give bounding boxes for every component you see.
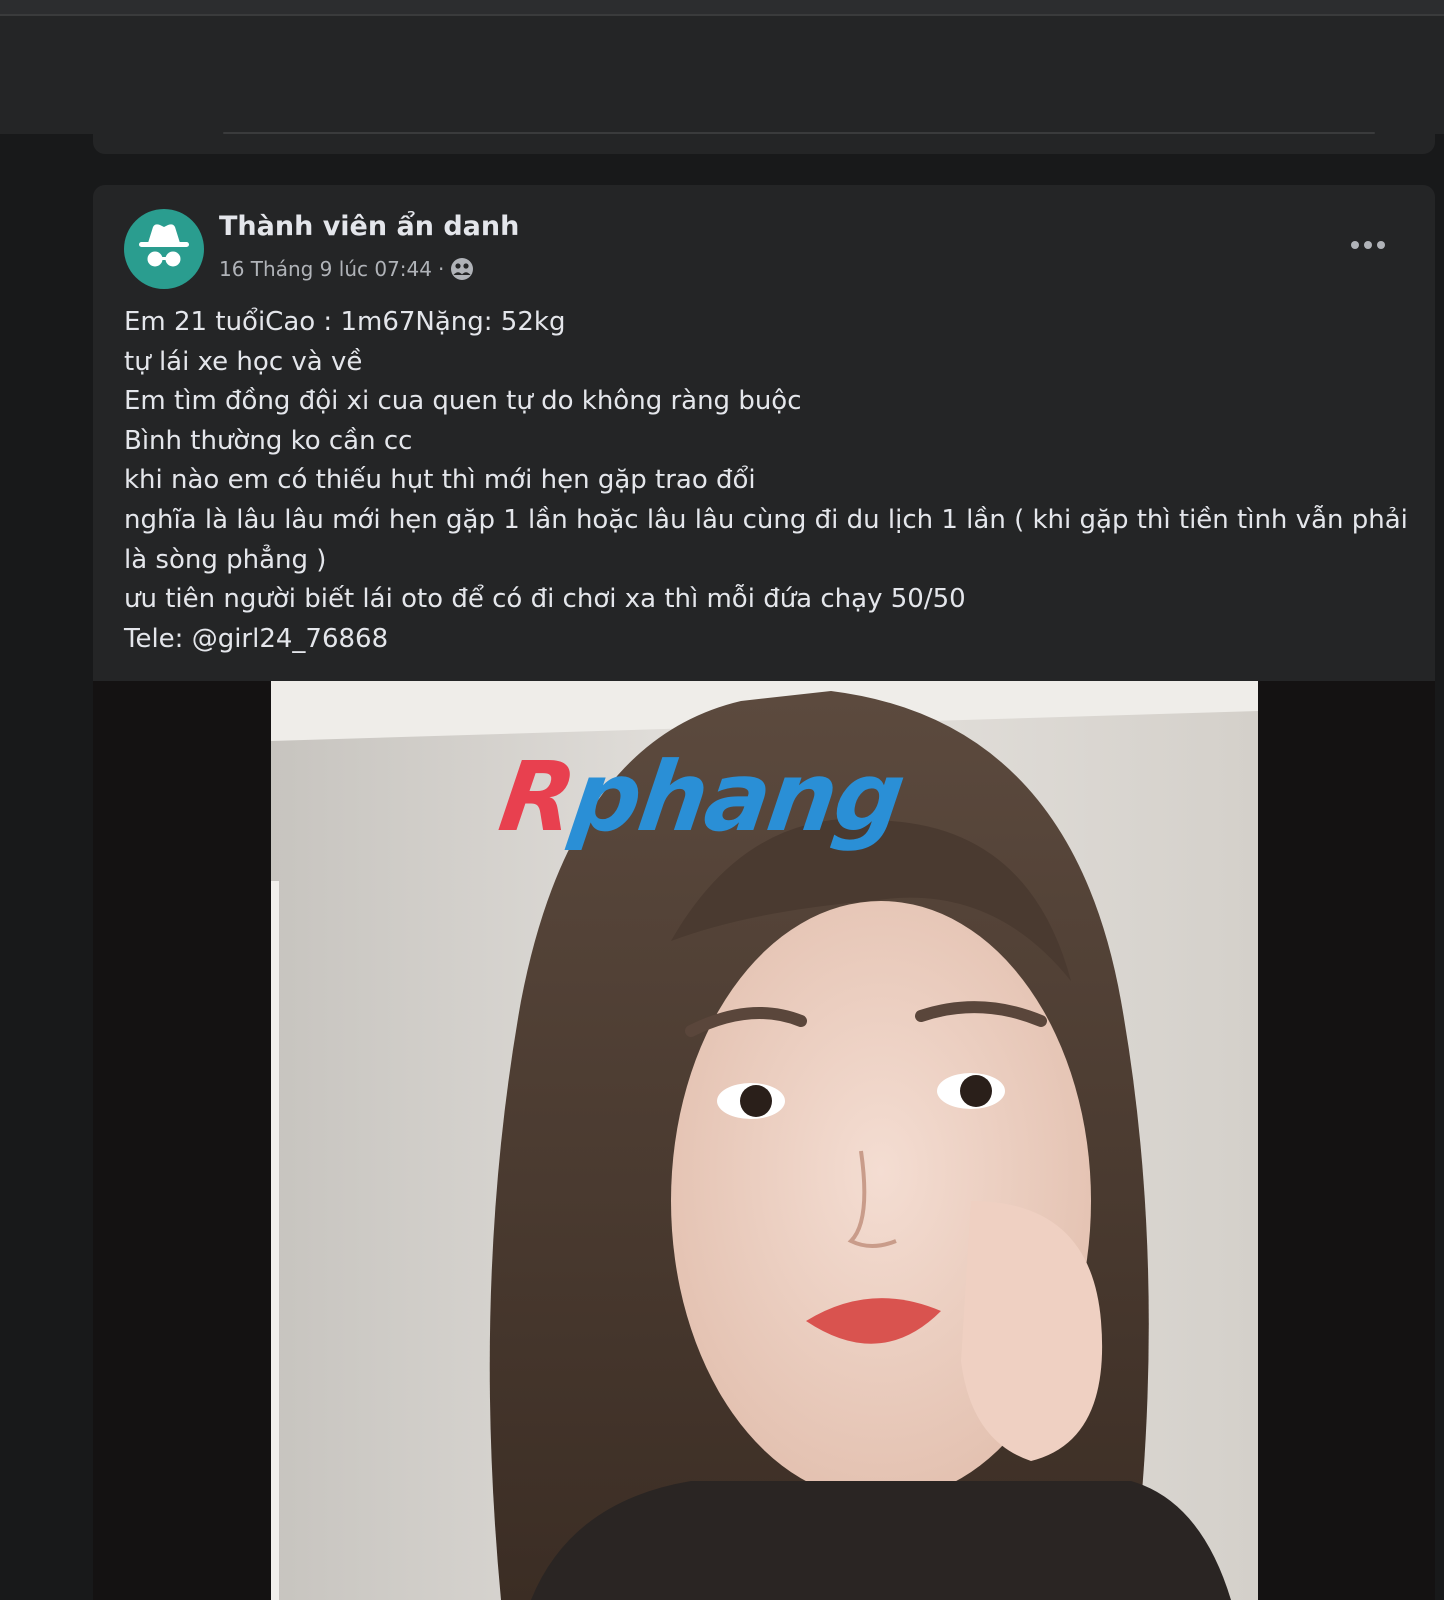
post-line: tự lái xe học và về <box>124 346 363 377</box>
post-card: Thành viên ẩn danh 16 Tháng 9 lúc 07:44 … <box>93 185 1435 1600</box>
post-date[interactable]: 16 Tháng 9 lúc 07:44 <box>219 257 432 281</box>
post-line: nghĩa là lâu lâu mới hẹn gặp 1 lần hoặc … <box>124 504 1408 575</box>
incognito-icon <box>139 224 189 267</box>
group-privacy-icon <box>450 257 474 281</box>
meta-separator: · <box>438 257 445 281</box>
previous-post-card <box>93 120 1435 154</box>
post-line: Bình thường ko cần cc <box>124 425 413 456</box>
more-options-icon <box>1351 241 1385 249</box>
post-line: Tele: @girl24_76868 <box>124 623 389 654</box>
post-text: Em 21 tuổiCao : 1m67Nặng: 52kg tự lái xe… <box>124 303 1414 659</box>
post-line: ưu tiên người biết lái oto để có đi chơi… <box>124 584 966 615</box>
author-name[interactable]: Thành viên ẩn danh <box>219 211 519 242</box>
post-meta: 16 Tháng 9 lúc 07:44 · <box>219 255 474 283</box>
post-line: Em tìm đồng đội xi cua quen tự do không … <box>124 386 802 417</box>
post-line: Em 21 tuổiCao : 1m67Nặng: 52kg <box>124 307 566 337</box>
more-options-button[interactable] <box>1344 225 1392 265</box>
photo-container: Rphang <box>93 681 1435 1600</box>
anonymous-avatar[interactable] <box>124 209 204 289</box>
top-bar <box>0 16 1444 134</box>
comment-input-edge <box>223 132 1375 134</box>
top-strip <box>0 0 1444 16</box>
watermark-logo: Rphang <box>493 741 910 853</box>
post-photo[interactable]: Rphang <box>271 681 1258 1600</box>
post-line: khi nào em có thiếu hụt thì mới hẹn gặp … <box>124 465 756 496</box>
